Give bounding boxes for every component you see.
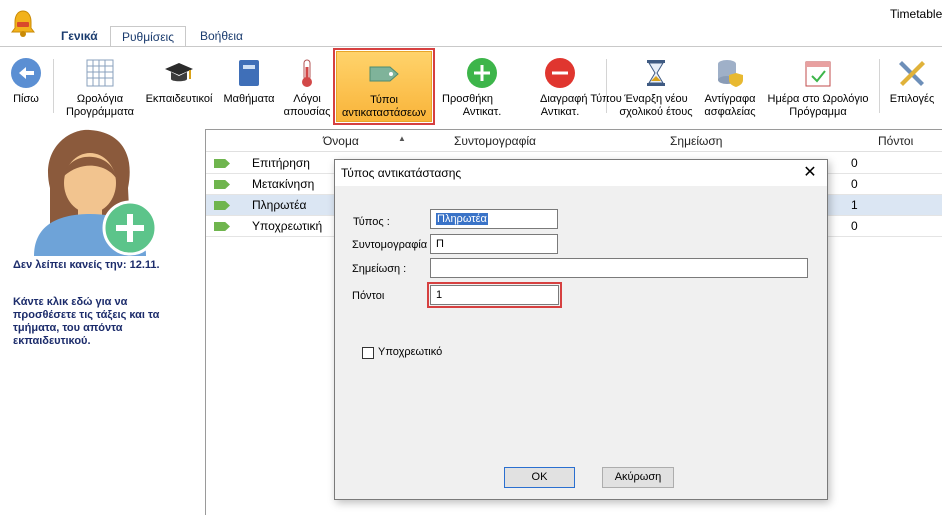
backup-label: Αντίγραφα ασφαλείας bbox=[704, 93, 756, 118]
ok-button[interactable]: OK bbox=[504, 467, 575, 488]
dialog-titlebar[interactable]: Τύπος αντικατάστασης ✕ bbox=[335, 160, 827, 186]
delete-substitution-type-button[interactable]: Διαγραφή Τύπου Αντικατ. bbox=[510, 47, 622, 125]
timetables-label: Ωρολόγια Προγράμματα bbox=[65, 93, 135, 118]
substitution-types-button[interactable]: Τύποι αντικαταστάσεων bbox=[333, 48, 435, 125]
points-highlight: 1 bbox=[427, 282, 562, 308]
tab-settings[interactable]: Ρυθμίσεις bbox=[110, 26, 186, 48]
close-icon[interactable]: ✕ bbox=[797, 162, 823, 184]
day-in-timetable-button[interactable]: Ημέρα στο Ωρολόγιο Πρόγραμμα bbox=[760, 47, 876, 125]
row-name: Υποχρεωτική bbox=[252, 219, 323, 233]
tab-general[interactable]: Γενικά bbox=[51, 26, 108, 47]
back-label: Πίσω bbox=[13, 93, 39, 105]
no-absence-text: Δεν λείπει κανείς την: 12.11. bbox=[13, 259, 160, 271]
new-school-year-button[interactable]: Έναρξη νέου σχολικού έτους bbox=[612, 47, 700, 125]
thermometer-icon bbox=[302, 59, 312, 87]
timetables-button[interactable]: Ωρολόγια Προγράμματα bbox=[58, 47, 142, 125]
tag-icon bbox=[369, 66, 399, 82]
points-label: Πόντοι bbox=[352, 290, 385, 302]
tag-icon bbox=[214, 180, 230, 189]
row-points: 0 bbox=[851, 156, 858, 170]
mandatory-checkbox[interactable] bbox=[362, 347, 374, 359]
title-bar: Timetable Γενικά Ρυθμίσεις Βοήθεια bbox=[0, 0, 942, 48]
column-header-points[interactable]: Πόντοι bbox=[878, 130, 913, 152]
row-name: Επιτήρηση bbox=[252, 156, 310, 170]
back-button[interactable]: Πίσω bbox=[4, 47, 48, 125]
column-header-abbreviation[interactable]: Συντομογραφία bbox=[454, 130, 536, 152]
cancel-button[interactable]: Ακύρωση bbox=[602, 467, 674, 488]
row-points: 0 bbox=[851, 177, 858, 191]
bell-logo-icon[interactable] bbox=[8, 8, 38, 38]
note-input[interactable] bbox=[430, 258, 808, 278]
substitution-types-label: Τύποι αντικαταστάσεων bbox=[341, 94, 427, 119]
window-title: Timetable bbox=[890, 7, 942, 21]
ribbon-separator bbox=[53, 59, 54, 113]
abbreviation-input[interactable]: Π bbox=[430, 234, 558, 254]
graduation-cap-icon bbox=[165, 63, 193, 82]
type-input[interactable]: Πληρωτέα bbox=[430, 209, 558, 229]
grid-table-icon bbox=[86, 59, 114, 87]
note-label: Σημείωση : bbox=[352, 263, 407, 275]
plus-circle-icon bbox=[467, 58, 497, 88]
absence-reasons-label: Λόγοι απουσίας bbox=[283, 93, 331, 118]
substitution-type-dialog: Τύπος αντικατάστασης ✕ Τύπος : Πληρωτέα … bbox=[334, 159, 828, 500]
tag-icon bbox=[214, 159, 230, 168]
backup-button[interactable]: Αντίγραφα ασφαλείας bbox=[700, 47, 760, 125]
ribbon-separator bbox=[879, 59, 880, 113]
dialog-title: Τύπος αντικατάστασης bbox=[341, 166, 462, 180]
sort-ascending-icon: ▲ bbox=[398, 134, 406, 143]
row-points: 1 bbox=[851, 198, 858, 212]
minus-circle-icon bbox=[545, 58, 575, 88]
tag-icon bbox=[214, 222, 230, 231]
teachers-button[interactable]: Εκπαιδευτικοί bbox=[140, 47, 218, 125]
type-value: Πληρωτέα bbox=[436, 213, 488, 225]
new-school-year-label: Έναρξη νέου σχολικού έτους bbox=[619, 93, 693, 118]
hourglass-icon bbox=[647, 60, 665, 86]
options-label: Επιλογές bbox=[889, 93, 935, 105]
grid-header: Όνομα ▲ Συντομογραφία Σημείωση Πόντοι bbox=[206, 130, 942, 152]
absent-teacher-panel[interactable]: Δεν λείπει κανείς την: 12.11. Κάντε κλικ… bbox=[0, 128, 204, 515]
subjects-label: Μαθήματα bbox=[223, 93, 275, 105]
tools-icon bbox=[899, 61, 925, 86]
options-button[interactable]: Επιλογές bbox=[884, 47, 940, 125]
mandatory-label[interactable]: Υποχρεωτικό bbox=[378, 346, 442, 358]
row-points: 0 bbox=[851, 219, 858, 233]
ribbon-separator bbox=[606, 59, 607, 113]
delete-substitution-type-label: Διαγραφή Τύπου Αντικατ. bbox=[540, 93, 622, 118]
back-arrow-icon bbox=[11, 58, 41, 88]
day-in-timetable-label: Ημέρα στο Ωρολόγιο Πρόγραμμα bbox=[767, 93, 869, 118]
column-header-name[interactable]: Όνομα bbox=[323, 130, 359, 152]
row-name: Μετακίνηση bbox=[252, 177, 315, 191]
row-name: Πληρωτέα bbox=[252, 198, 307, 212]
database-shield-icon bbox=[718, 60, 743, 87]
points-input[interactable]: 1 bbox=[430, 285, 559, 305]
column-header-note[interactable]: Σημείωση bbox=[670, 130, 722, 152]
subjects-button[interactable]: Μαθήματα bbox=[219, 47, 279, 125]
tab-help[interactable]: Βοήθεια bbox=[190, 26, 253, 47]
teachers-label: Εκπαιδευτικοί bbox=[145, 93, 213, 105]
book-icon bbox=[239, 60, 259, 86]
add-person-icon[interactable] bbox=[20, 128, 160, 256]
add-absence-hint[interactable]: Κάντε κλικ εδώ για να προσθέσετε τις τάξ… bbox=[13, 296, 193, 348]
absence-reasons-button[interactable]: Λόγοι απουσίας bbox=[279, 47, 335, 125]
abbreviation-label: Συντομογραφία bbox=[352, 239, 428, 251]
ribbon-toolbar: Πίσω Ωρολόγια Προγράμματα Εκπαιδευτικοί … bbox=[0, 46, 942, 125]
tag-icon bbox=[214, 201, 230, 210]
type-label: Τύπος : bbox=[353, 216, 390, 228]
calendar-check-icon bbox=[805, 61, 831, 87]
